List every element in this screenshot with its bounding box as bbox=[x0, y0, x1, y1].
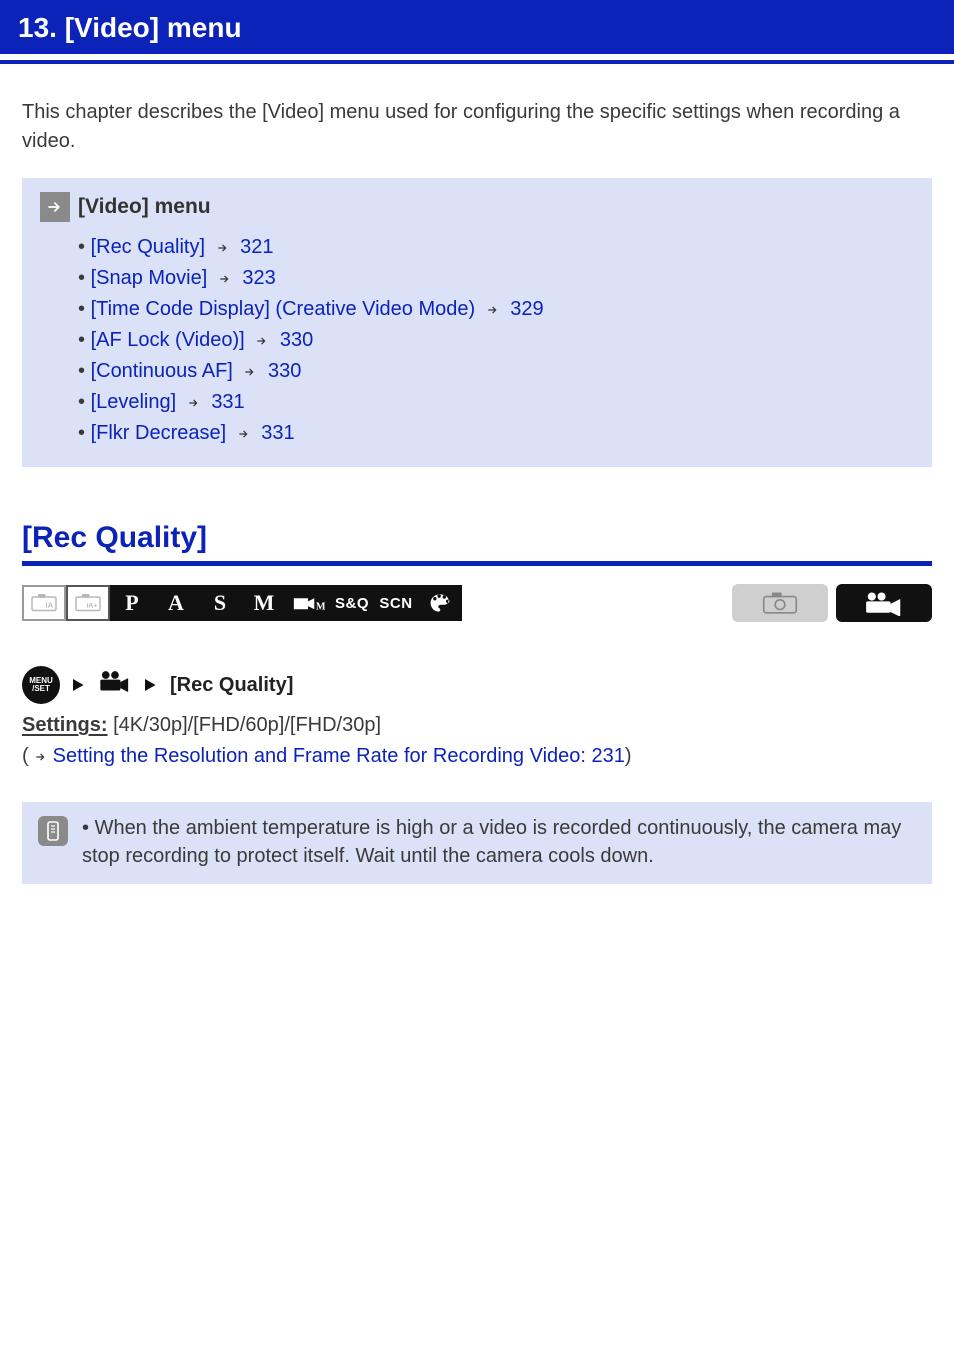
toc-list: • [Rec Quality] 321 • [Snap Movie] 323 •… bbox=[78, 232, 914, 449]
arrow-right-icon bbox=[236, 427, 252, 441]
chapter-header: 13. [Video] menu bbox=[0, 0, 954, 54]
mode-ia-plus-icon: iA+ bbox=[66, 585, 110, 621]
video-menu-icon bbox=[98, 669, 132, 701]
arrow-right-icon bbox=[70, 676, 88, 694]
note-box: • When the ambient temperature is high o… bbox=[22, 802, 932, 884]
arrow-right-icon bbox=[254, 334, 270, 348]
toc-item[interactable]: • [AF Lock (Video)] 330 bbox=[78, 325, 914, 356]
note-text: • When the ambient temperature is high o… bbox=[82, 814, 916, 870]
toc-link[interactable]: [Time Code Display] (Creative Video Mode… bbox=[91, 298, 476, 320]
svg-text:iA+: iA+ bbox=[87, 603, 98, 610]
mode-m-icon: M bbox=[242, 585, 286, 621]
palette-icon bbox=[418, 585, 462, 621]
toc-item[interactable]: • [Flkr Decrease] 331 bbox=[78, 418, 914, 449]
toc-page[interactable]: 330 bbox=[268, 360, 301, 382]
chapter-intro: This chapter describes the [Video] menu … bbox=[22, 98, 932, 156]
cross-reference-link[interactable]: Setting the Resolution and Frame Rate fo… bbox=[53, 745, 625, 767]
toc-page[interactable]: 323 bbox=[242, 267, 275, 289]
toc-title: [Video] menu bbox=[78, 195, 211, 219]
photo-mode-pill bbox=[732, 584, 828, 622]
cross-reference[interactable]: ( Setting the Resolution and Frame Rate … bbox=[22, 745, 932, 768]
chapter-title: [Video] menu bbox=[65, 12, 242, 43]
toc-link[interactable]: [Snap Movie] bbox=[91, 267, 208, 289]
toc-link[interactable]: [Rec Quality] bbox=[91, 236, 205, 258]
video-mode-pill bbox=[836, 584, 932, 622]
toc-page[interactable]: 321 bbox=[240, 236, 273, 258]
arrow-right-icon bbox=[217, 272, 233, 286]
toc-page[interactable]: 329 bbox=[510, 298, 543, 320]
menu-set-button-icon: MENU/SET bbox=[22, 666, 60, 704]
arrow-right-icon bbox=[242, 365, 258, 379]
toc-item[interactable]: • [Rec Quality] 321 bbox=[78, 232, 914, 263]
mode-a-icon: A bbox=[154, 585, 198, 621]
toc-link[interactable]: [AF Lock (Video)] bbox=[91, 329, 245, 351]
mode-sq-icon: S&Q bbox=[330, 585, 374, 621]
mode-p-icon: P bbox=[110, 585, 154, 621]
settings-line: Settings: [4K/30p]/[FHD/60p]/[FHD/30p] bbox=[22, 714, 932, 737]
mode-availability-strip: iA iA+ P A S M M S&Q SCN bbox=[22, 584, 932, 622]
arrow-right-icon bbox=[215, 241, 231, 255]
note-icon bbox=[38, 816, 68, 846]
toc-link[interactable]: [Leveling] bbox=[91, 391, 177, 413]
toc-item[interactable]: • [Continuous AF] 330 bbox=[78, 356, 914, 387]
arrow-right-icon bbox=[485, 303, 501, 317]
mode-ia-icon: iA bbox=[22, 585, 66, 621]
toc-item[interactable]: • [Snap Movie] 323 bbox=[78, 263, 914, 294]
menu-navigation-path: MENU/SET [Rec Quality] bbox=[22, 666, 932, 704]
toc-link[interactable]: [Flkr Decrease] bbox=[91, 422, 227, 444]
divider bbox=[0, 60, 954, 64]
toc-page[interactable]: 330 bbox=[280, 329, 313, 351]
svg-text:M: M bbox=[316, 601, 326, 612]
settings-value: [4K/30p]/[FHD/60p]/[FHD/30p] bbox=[113, 714, 381, 736]
arrow-right-icon bbox=[33, 750, 49, 764]
toc-item[interactable]: • [Leveling] 331 bbox=[78, 387, 914, 418]
toc-page[interactable]: 331 bbox=[261, 422, 294, 444]
settings-label: Settings: bbox=[22, 714, 108, 736]
mode-creative-video-icon: M bbox=[286, 585, 330, 621]
mode-s-icon: S bbox=[198, 585, 242, 621]
arrow-right-icon bbox=[186, 396, 202, 410]
section-title: [Rec Quality] bbox=[22, 521, 932, 555]
toc-link[interactable]: [Continuous AF] bbox=[91, 360, 233, 382]
menu-item-label: [Rec Quality] bbox=[170, 674, 293, 697]
note-body: When the ambient temperature is high or … bbox=[82, 817, 901, 867]
toc-page[interactable]: 331 bbox=[211, 391, 244, 413]
divider bbox=[22, 561, 932, 566]
arrow-right-icon bbox=[40, 192, 70, 222]
arrow-right-icon bbox=[142, 676, 160, 694]
toc-box: [Video] menu • [Rec Quality] 321 • [Snap… bbox=[22, 178, 932, 467]
svg-text:iA: iA bbox=[46, 601, 54, 610]
mode-scn-icon: SCN bbox=[374, 585, 418, 621]
chapter-number: 13. bbox=[18, 12, 57, 43]
toc-item[interactable]: • [Time Code Display] (Creative Video Mo… bbox=[78, 294, 914, 325]
